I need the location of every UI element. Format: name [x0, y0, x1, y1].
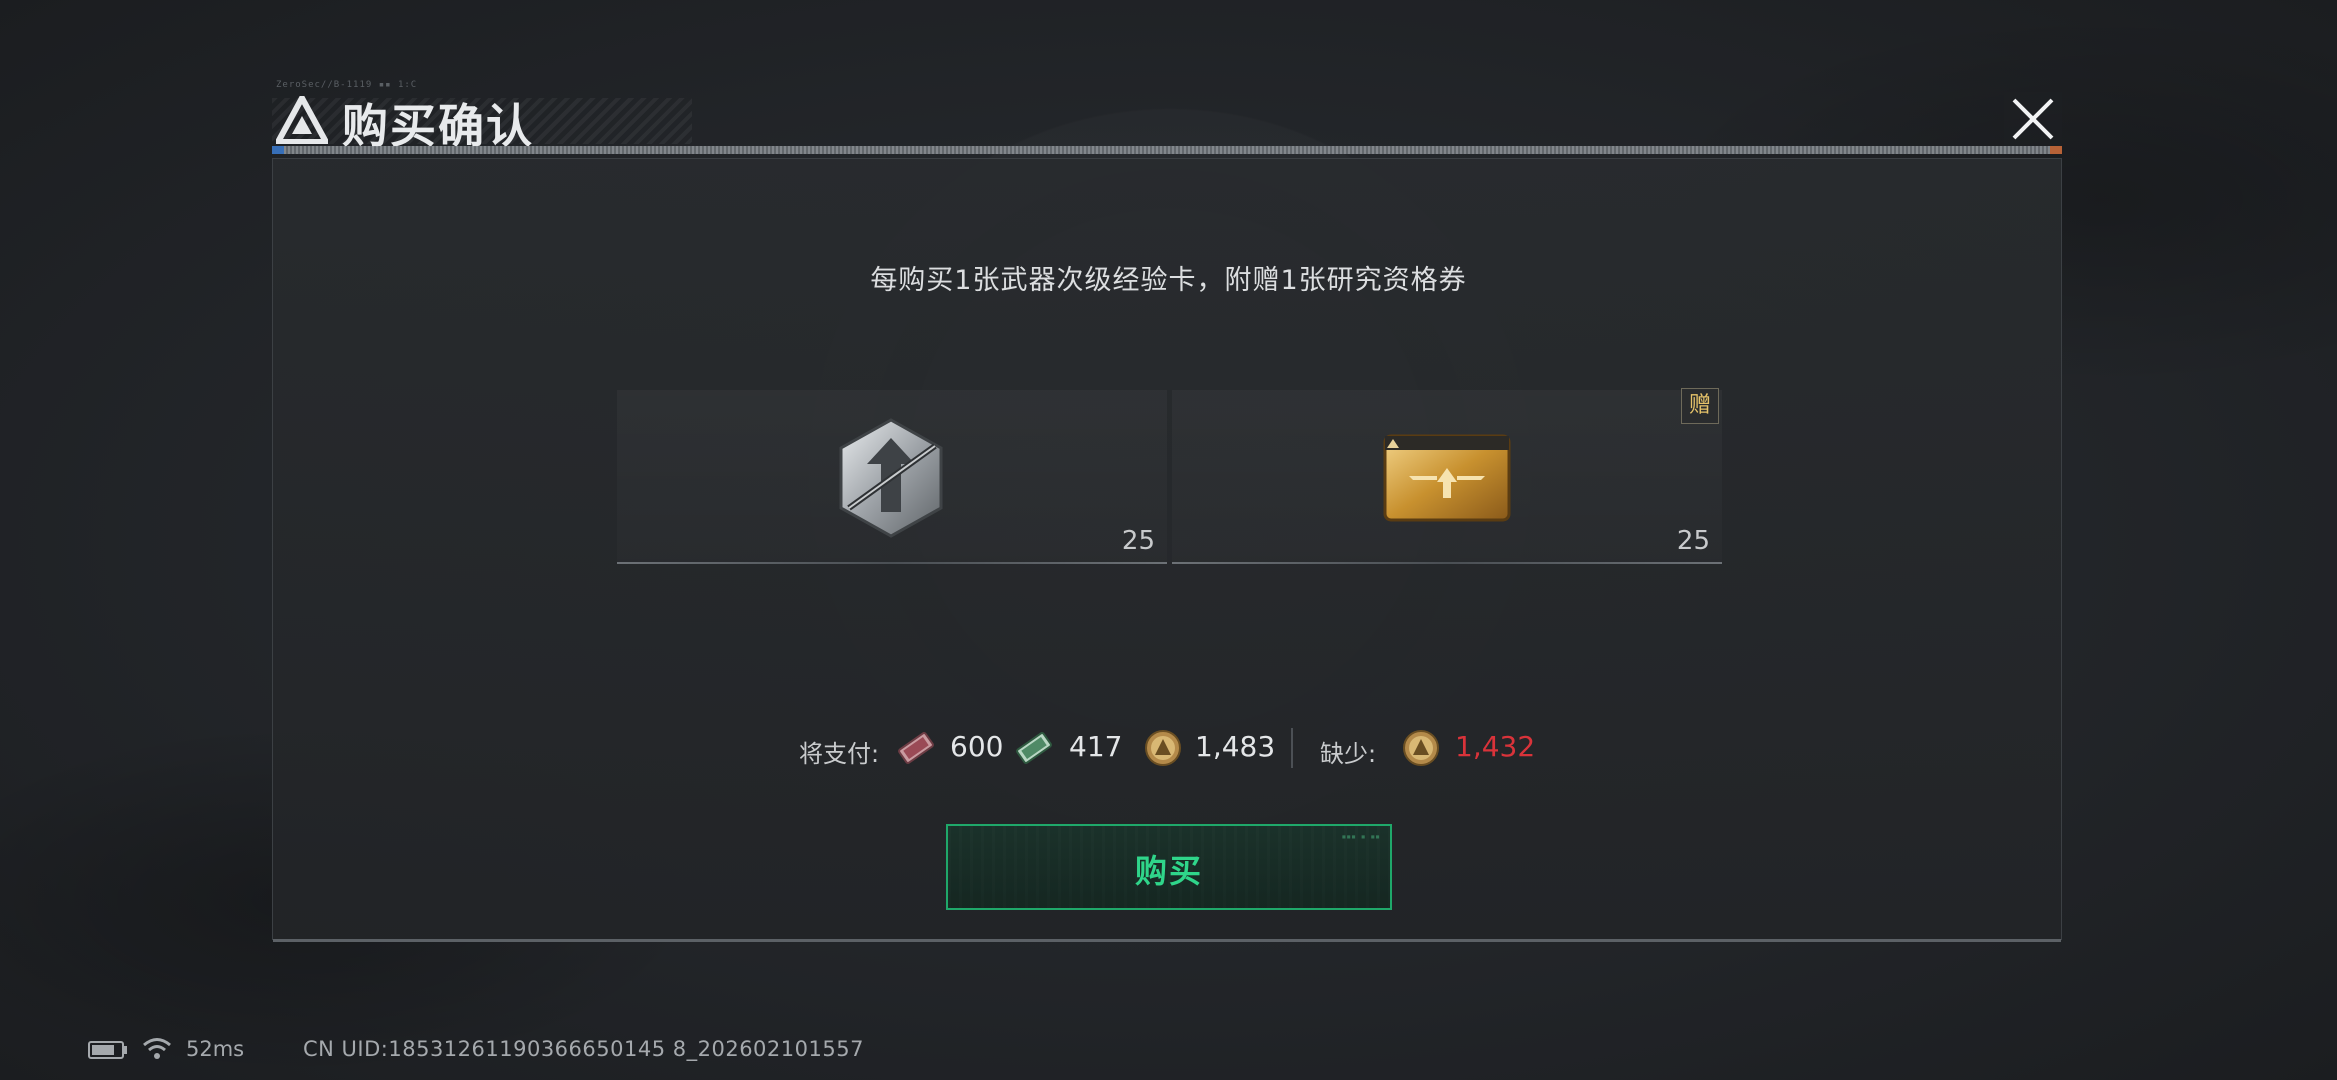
brand-logo-icon: [276, 96, 328, 144]
gold-coin-currency-icon: [1145, 730, 1181, 766]
cost-amount: 600: [950, 730, 1004, 763]
close-button[interactable]: [2004, 92, 2062, 146]
gift-badge: 赠: [1681, 388, 1719, 424]
dialog-header: ZeroSec//B-1119 ▪▪ 1:C 购买确认: [272, 80, 2062, 158]
cost-amount: 1,483: [1195, 730, 1276, 763]
button-decoration: ▪▪▪ ▪ ▪▪: [1341, 832, 1380, 841]
ping-readout: 52ms: [186, 1037, 245, 1061]
shortage-label: 缺少:: [1320, 740, 1377, 768]
cost-divider: [1291, 728, 1293, 768]
buy-button[interactable]: ▪▪▪ ▪ ▪▪ 购买: [946, 824, 1392, 910]
purchase-description: 每购买1张武器次级经验卡，附赠1张研究资格券: [870, 265, 1467, 296]
red-ticket-currency-icon: [898, 732, 934, 764]
close-icon: [2012, 98, 2054, 140]
pay-label: 将支付:: [799, 740, 880, 768]
shortage-amount: 1,432: [1455, 730, 1536, 763]
item-card-research-voucher[interactable]: 25: [1172, 390, 1722, 564]
wifi-icon: [143, 1038, 171, 1059]
cost-amount: 417: [1069, 730, 1123, 763]
header-code-text: ZeroSec//B-1119 ▪▪ 1:C: [276, 80, 418, 90]
green-cash-currency-icon: [1016, 732, 1052, 764]
payment-summary: 将支付: 600 417 1,483 缺少: 1,432: [0, 728, 2337, 772]
weapon-exp-card-icon: [839, 418, 943, 538]
header-divider-bar: [272, 146, 2062, 154]
buy-button-label: 购买: [1134, 852, 1203, 890]
status-bar: 52ms CN UID:18531261190366650145 8_20260…: [88, 1034, 988, 1064]
research-voucher-icon: [1383, 434, 1511, 522]
battery-icon: [88, 1041, 127, 1059]
user-uid: CN UID:18531261190366650145 8_2026021015…: [303, 1037, 864, 1061]
item-quantity: 25: [1121, 526, 1155, 556]
gold-coin-currency-icon: [1403, 730, 1439, 766]
item-card-weapon-exp[interactable]: 25: [617, 390, 1167, 564]
item-quantity: 25: [1676, 526, 1710, 556]
